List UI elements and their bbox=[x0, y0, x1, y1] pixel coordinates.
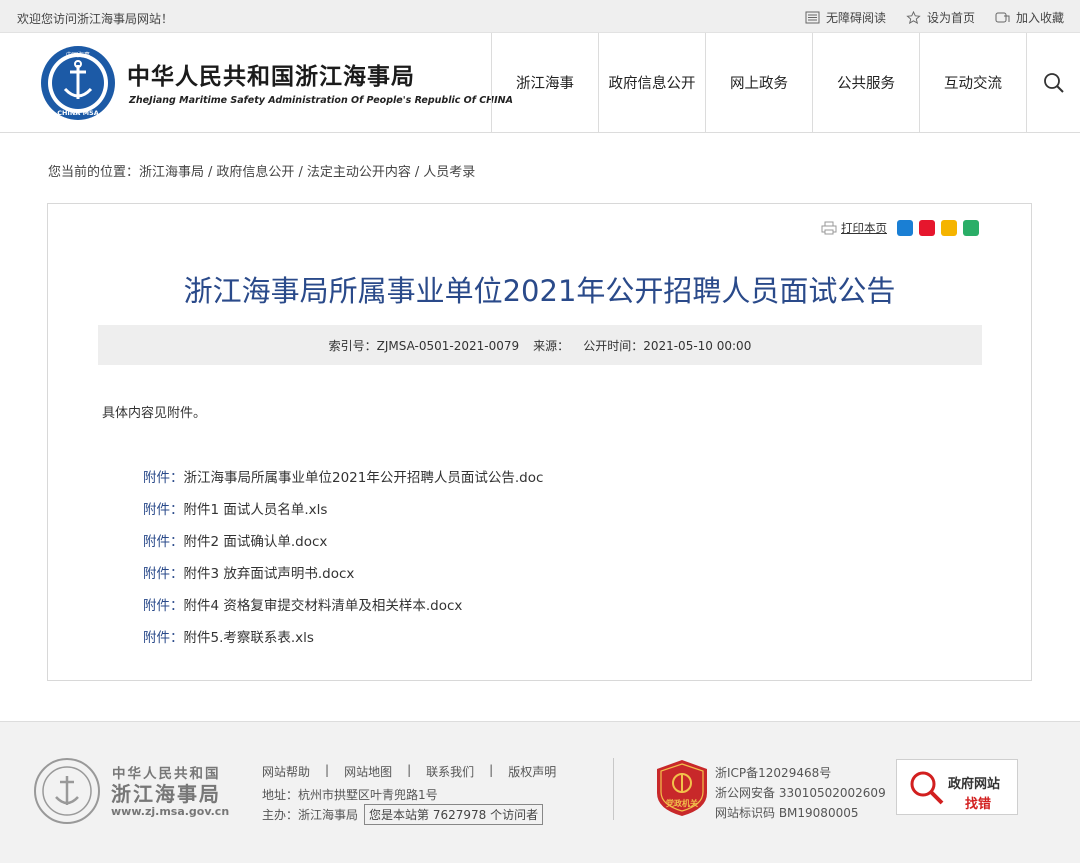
breadcrumb-separator: / bbox=[414, 165, 420, 180]
magnifier-icon bbox=[910, 771, 944, 805]
china-msa-logo[interactable]: 中国海事 CHINA MSA bbox=[40, 45, 116, 121]
footer-msa-logo bbox=[34, 758, 100, 824]
visitor-counter: 您是本站第 7627978 个访问者 bbox=[364, 804, 544, 825]
site-header: 中国海事 CHINA MSA 中华人民共和国浙江海事局 ZheJiang Mar… bbox=[0, 33, 1080, 133]
footer-host-label: 主办：浙江海事局 bbox=[262, 808, 359, 822]
meta-time: 公开时间：2021-05-10 00:00 bbox=[583, 338, 752, 353]
top-bar: 欢迎您访问浙江海事局网站！ 无障碍阅读 设为首页 加入收藏 bbox=[0, 0, 1080, 33]
qzone-share-icon[interactable] bbox=[941, 220, 957, 236]
party-gov-badge[interactable]: 党政机关 bbox=[656, 759, 708, 817]
footer-link-separator: | bbox=[407, 763, 412, 777]
breadcrumb-separator: / bbox=[208, 165, 213, 180]
footer-divider bbox=[613, 758, 614, 820]
footer-host: 主办：浙江海事局 您是本站第 7627978 个访问者 bbox=[262, 804, 544, 825]
footer-link-copyright[interactable]: 版权声明 bbox=[508, 763, 556, 780]
attachment-list: 附件：浙江海事局所属事业单位2021年公开招聘人员面试公告.doc 附件：附件1… bbox=[143, 466, 543, 658]
gov-site-find-error-button[interactable]: 政府网站 找错 bbox=[896, 759, 1018, 815]
attachment-prefix: 附件： bbox=[143, 502, 184, 518]
set-homepage-label: 设为首页 bbox=[926, 11, 975, 25]
search-button[interactable] bbox=[1026, 33, 1080, 132]
footer-links: 网站帮助 | 网站地图 | 联系我们 | 版权声明 bbox=[262, 763, 556, 780]
attachment-link[interactable]: 附件：附件1 面试人员名单.xls bbox=[143, 498, 543, 530]
footer-link-separator: | bbox=[325, 763, 330, 777]
breadcrumb-prefix: 您当前的位置： bbox=[48, 165, 140, 180]
footer-link-sitemap[interactable]: 网站地图 bbox=[344, 763, 392, 780]
print-button[interactable]: 打印本页 bbox=[821, 220, 887, 236]
attachment-filename: 附件2 面试确认单.docx bbox=[183, 534, 328, 550]
brand-name-cn: 中华人民共和国浙江海事局 bbox=[127, 64, 415, 90]
meta-source: 来源： bbox=[533, 338, 570, 353]
footer-address: 地址：杭州市拱墅区叶青兜路1号 bbox=[262, 788, 438, 802]
footer-link-contact[interactable]: 联系我们 bbox=[426, 763, 474, 780]
meta-index: 索引号：ZJMSA-0501-2021-0079 bbox=[328, 338, 520, 353]
nav-item-interaction[interactable]: 互动交流 bbox=[919, 33, 1026, 132]
footer-link-separator: | bbox=[489, 763, 494, 777]
weibo-share-icon[interactable] bbox=[919, 220, 935, 236]
footer-name-line2: 浙江海事局 bbox=[111, 782, 221, 806]
article-meta: 索引号：ZJMSA-0501-2021-0079 来源： 公开时间：2021-0… bbox=[98, 325, 982, 365]
attachment-prefix: 附件： bbox=[143, 598, 184, 614]
breadcrumb-item-legal-content[interactable]: 法定主动公开内容 bbox=[307, 165, 411, 180]
attachment-link[interactable]: 附件：附件4 资格复审提交材料清单及相关样本.docx bbox=[143, 594, 543, 626]
site-id: 网站标识码 BM19080005 bbox=[715, 806, 859, 820]
attachment-prefix: 附件： bbox=[143, 566, 184, 582]
attachment-link[interactable]: 附件：附件5.考察联系表.xls bbox=[143, 626, 543, 658]
footer-link-help[interactable]: 网站帮助 bbox=[262, 763, 310, 780]
accessibility-link[interactable]: 无障碍阅读 bbox=[805, 9, 886, 26]
article-panel: 打印本页 浙江海事局所属事业单位2021年公开招聘人员面试公告 索引号：ZJMS… bbox=[47, 203, 1032, 681]
accessibility-icon bbox=[805, 11, 820, 24]
attachment-link[interactable]: 附件：附件2 面试确认单.docx bbox=[143, 530, 543, 562]
article-body: 具体内容见附件。 bbox=[102, 406, 207, 421]
nav-item-public-service[interactable]: 公共服务 bbox=[812, 33, 919, 132]
attachment-filename: 附件5.考察联系表.xls bbox=[183, 630, 314, 646]
add-favorite-link[interactable]: 加入收藏 bbox=[995, 9, 1064, 26]
welcome-text: 欢迎您访问浙江海事局网站！ bbox=[17, 12, 174, 26]
accessibility-label: 无障碍阅读 bbox=[825, 11, 886, 25]
brand-name-en: ZheJiang Maritime Safety Administration … bbox=[129, 95, 513, 106]
print-label: 打印本页 bbox=[841, 221, 887, 235]
set-homepage-link[interactable]: 设为首页 bbox=[906, 9, 975, 26]
svg-text:CHINA MSA: CHINA MSA bbox=[57, 109, 99, 117]
icp-number[interactable]: 浙ICP备12029468号 bbox=[715, 763, 886, 783]
breadcrumb-separator: / bbox=[298, 165, 303, 180]
article-title: 浙江海事局所属事业单位2021年公开招聘人员面试公告 bbox=[183, 274, 896, 308]
star-icon bbox=[906, 11, 921, 24]
nav-item-zhejiang-msa[interactable]: 浙江海事 bbox=[491, 33, 598, 132]
attachment-filename: 附件3 放弃面试声明书.docx bbox=[183, 566, 355, 582]
site-footer: 中华人民共和国 浙江海事局 www.zj.msa.gov.cn 网站帮助 | 网站地… bbox=[0, 721, 1080, 862]
top-links: 无障碍阅读 设为首页 加入收藏 bbox=[805, 9, 1064, 26]
svg-text:中国海事: 中国海事 bbox=[66, 51, 90, 59]
wechat-share-icon[interactable] bbox=[963, 220, 979, 236]
main-nav: 浙江海事 政府信息公开 网上政务 公共服务 互动交流 bbox=[491, 33, 1080, 132]
breadcrumb: 您当前的位置：浙江海事局 / 政府信息公开 / 法定主动公开内容 / 人员考录 bbox=[48, 161, 475, 180]
footer-url: www.zj.msa.gov.cn bbox=[111, 805, 230, 818]
search-icon bbox=[1043, 72, 1064, 93]
attachment-prefix: 附件： bbox=[143, 534, 184, 550]
attachment-filename: 浙江海事局所属事业单位2021年公开招聘人员面试公告.doc bbox=[183, 470, 544, 486]
footer-icp-info: 浙ICP备12029468号 浙公网安备 33010502002609 网站标识… bbox=[715, 763, 886, 823]
attachment-filename: 附件1 面试人员名单.xls bbox=[183, 502, 328, 518]
main-content: 您当前的位置：浙江海事局 / 政府信息公开 / 法定主动公开内容 / 人员考录 打印本页 浙… bbox=[0, 133, 1080, 721]
breadcrumb-item-home[interactable]: 浙江海事局 bbox=[139, 165, 204, 180]
attachment-prefix: 附件： bbox=[143, 630, 184, 646]
svg-text:党政机关: 党政机关 bbox=[666, 798, 698, 808]
add-favorite-label: 加入收藏 bbox=[1015, 11, 1064, 25]
qq-share-icon[interactable] bbox=[897, 220, 913, 236]
printer-icon bbox=[821, 221, 837, 235]
breadcrumb-item-recruitment[interactable]: 人员考录 bbox=[423, 165, 475, 180]
police-number[interactable]: 浙公网安备 33010502002609 bbox=[715, 783, 886, 803]
breadcrumb-item-gov-info[interactable]: 政府信息公开 bbox=[216, 165, 294, 180]
nav-item-online-affairs[interactable]: 网上政务 bbox=[705, 33, 812, 132]
find-error-title: 政府网站 bbox=[948, 777, 1001, 792]
attachment-link[interactable]: 附件：浙江海事局所属事业单位2021年公开招聘人员面试公告.doc bbox=[143, 466, 543, 498]
article-tools: 打印本页 bbox=[821, 220, 979, 236]
attachment-prefix: 附件： bbox=[143, 470, 184, 486]
nav-item-gov-info[interactable]: 政府信息公开 bbox=[598, 33, 705, 132]
find-error-label: 找错 bbox=[965, 797, 992, 812]
bookmark-icon bbox=[995, 12, 1010, 23]
attachment-filename: 附件4 资格复审提交材料清单及相关样本.docx bbox=[183, 598, 463, 614]
attachment-link[interactable]: 附件：附件3 放弃面试声明书.docx bbox=[143, 562, 543, 594]
